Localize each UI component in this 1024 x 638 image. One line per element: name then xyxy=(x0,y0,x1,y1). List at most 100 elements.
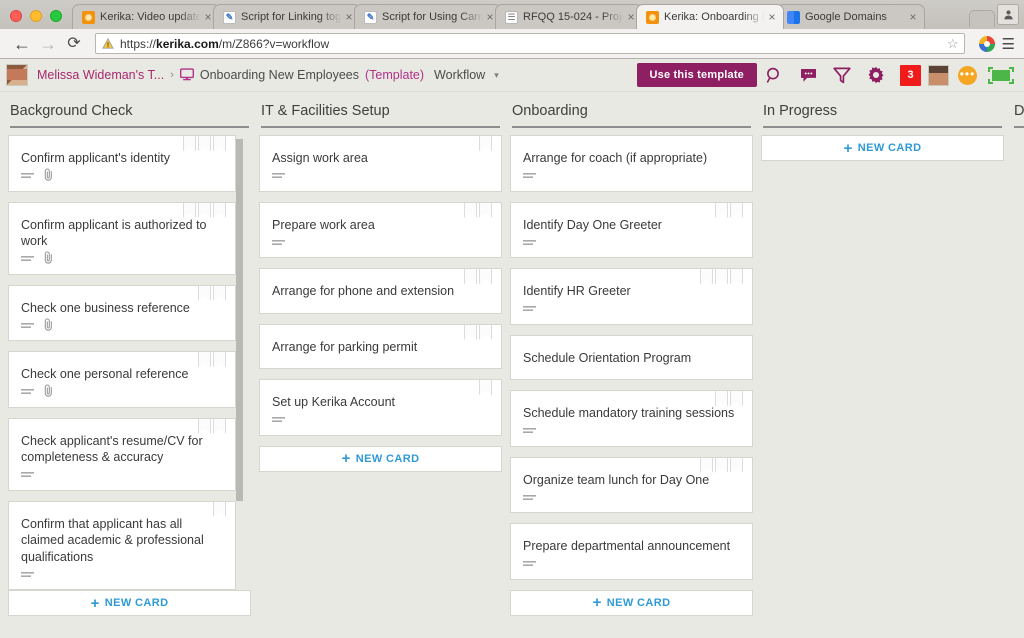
card-title: Arrange for coach (if appropriate) xyxy=(523,151,708,165)
document-icon: ☰ xyxy=(505,10,518,24)
ribbon-icon xyxy=(730,391,743,406)
browser-chrome: Kerika: Video updates × ✎ Script for Lin… xyxy=(0,0,1024,59)
ribbon-icon xyxy=(213,136,226,151)
card[interactable]: Organize team lunch for Day One xyxy=(510,456,753,513)
extension-icon[interactable] xyxy=(978,35,995,52)
close-icon[interactable]: × xyxy=(765,11,779,23)
ribbon-icon xyxy=(715,457,728,473)
card[interactable]: Check one business reference xyxy=(8,284,236,341)
user-avatar[interactable] xyxy=(928,64,949,86)
new-card-button[interactable]: + NEW CARD xyxy=(259,445,502,472)
new-card-button[interactable]: + NEW CARD xyxy=(761,135,1004,161)
close-icon[interactable]: × xyxy=(906,11,920,23)
new-tab-button[interactable] xyxy=(969,10,995,27)
card[interactable]: Schedule mandatory training sessions xyxy=(510,390,753,447)
breadcrumb-board-name[interactable]: Onboarding New Employees xyxy=(200,68,359,82)
card[interactable]: Identify HR Greeter xyxy=(510,268,753,325)
card[interactable]: Schedule Orientation Program xyxy=(510,334,753,380)
window-traffic-lights xyxy=(8,10,72,29)
card-title: Set up Kerika Account xyxy=(272,395,395,409)
minimize-window-button[interactable] xyxy=(30,10,42,22)
browser-tab-1[interactable]: ✎ Script for Linking togethe × xyxy=(213,4,361,29)
card[interactable]: Set up Kerika Account xyxy=(259,379,502,436)
card[interactable]: Confirm that applicant has all claimed a… xyxy=(8,500,236,590)
browser-tab-title: Google Domains xyxy=(805,11,887,23)
browser-tab-0[interactable]: Kerika: Video updates × xyxy=(72,4,220,29)
template-label: (Template) xyxy=(365,68,425,82)
card-icons xyxy=(523,171,740,184)
card[interactable]: Prepare work area xyxy=(259,201,502,258)
card-ribbons xyxy=(464,324,492,340)
view-selector-label[interactable]: Workflow xyxy=(434,68,485,82)
column-divider xyxy=(10,126,249,128)
gear-icon[interactable] xyxy=(859,62,893,88)
column-body: Confirm applicant's identity Confirm app… xyxy=(8,135,251,590)
filter-icon[interactable] xyxy=(825,62,859,88)
description-icon xyxy=(272,412,285,430)
column-header[interactable]: D xyxy=(1012,92,1024,135)
search-icon[interactable] xyxy=(757,62,791,88)
board-view-icon[interactable] xyxy=(988,66,1014,84)
card[interactable]: Arrange for phone and extension xyxy=(259,268,502,314)
reload-icon[interactable]: ⟳ xyxy=(61,35,87,52)
ribbon-icon xyxy=(183,202,196,218)
ribbon-icon xyxy=(464,324,477,340)
card[interactable]: Arrange for parking permit xyxy=(259,323,502,369)
ribbon-icon xyxy=(479,136,492,151)
new-card-button[interactable]: + NEW CARD xyxy=(8,590,251,616)
card[interactable]: Confirm applicant's identity xyxy=(8,135,236,192)
app-header-actions: Use this template 3 ••• xyxy=(636,62,1017,88)
ribbon-icon xyxy=(183,136,196,151)
column-vertical-scrollbar[interactable] xyxy=(236,139,243,501)
card-title: Identify HR Greeter xyxy=(523,284,631,298)
card[interactable]: Confirm applicant is authorized to work xyxy=(8,201,236,275)
card[interactable]: Check one personal reference xyxy=(8,351,236,408)
browser-tab-5[interactable]: Google Domains × xyxy=(777,4,925,29)
breadcrumb: Melissa Wideman's T... › Onboarding New … xyxy=(37,67,499,83)
ribbon-icon xyxy=(700,269,713,284)
kerika-icon xyxy=(646,10,659,24)
new-card-label: NEW CARD xyxy=(606,596,671,609)
address-bar[interactable]: https://kerika.com/m/Z866?v=workflow ☆ xyxy=(95,33,965,54)
ribbon-icon xyxy=(700,457,713,473)
maximize-window-button[interactable] xyxy=(50,10,62,22)
back-icon[interactable]: ← xyxy=(9,35,35,53)
url-path: /m/Z866?v=workflow xyxy=(218,36,330,51)
description-icon xyxy=(21,251,34,269)
chevron-down-icon[interactable]: ▾ xyxy=(494,70,499,81)
card[interactable]: Prepare departmental announcement xyxy=(510,523,753,580)
browser-tab-4-active[interactable]: Kerika: Onboarding New E × xyxy=(636,4,784,29)
browser-tab-title: RFQQ 15-024 - Project P xyxy=(523,11,624,23)
column-header[interactable]: In Progress xyxy=(761,92,1004,135)
column-header[interactable]: Onboarding xyxy=(510,92,753,135)
close-window-button[interactable] xyxy=(10,10,22,22)
new-card-button[interactable]: + NEW CARD xyxy=(510,589,753,616)
forward-icon[interactable]: → xyxy=(35,35,61,53)
card[interactable]: Assign work area xyxy=(259,135,502,192)
browser-menu-icon[interactable]: ☰ xyxy=(1002,35,1015,53)
column-header[interactable]: IT & Facilities Setup xyxy=(259,92,502,135)
card[interactable]: Check applicant's resume/CV for complete… xyxy=(8,417,236,491)
ribbon-icon xyxy=(213,501,226,517)
card[interactable]: Identify Day One Greeter xyxy=(510,201,753,258)
card-title: Assign work area xyxy=(272,151,368,165)
chat-icon[interactable] xyxy=(791,62,825,88)
ribbon-icon xyxy=(213,285,226,301)
use-this-template-button[interactable]: Use this template xyxy=(636,63,757,87)
card-title: Schedule mandatory training sessions xyxy=(523,406,735,420)
board-avatar xyxy=(6,64,28,86)
notification-badge[interactable]: 3 xyxy=(900,64,921,86)
card[interactable]: Arrange for coach (if appropriate) xyxy=(510,135,753,192)
plus-icon: + xyxy=(90,594,100,612)
card-title: Prepare departmental announcement xyxy=(523,539,731,553)
column-header[interactable]: Background Check xyxy=(8,92,251,135)
column-body: Arrange for coach (if appropriate) Ident… xyxy=(510,135,753,616)
browser-tab-2[interactable]: ✎ Script for Using Canvases × xyxy=(354,4,502,29)
profile-icon[interactable] xyxy=(997,4,1019,25)
breadcrumb-team[interactable]: Melissa Wideman's T... xyxy=(37,68,164,82)
browser-tab-3[interactable]: ☰ RFQQ 15-024 - Project P × xyxy=(495,4,643,29)
bookmark-star-icon[interactable]: ☆ xyxy=(947,36,959,52)
card-title: Confirm applicant's identity xyxy=(21,151,170,165)
card-ribbons xyxy=(479,380,492,395)
more-options-icon[interactable]: ••• xyxy=(958,65,977,85)
